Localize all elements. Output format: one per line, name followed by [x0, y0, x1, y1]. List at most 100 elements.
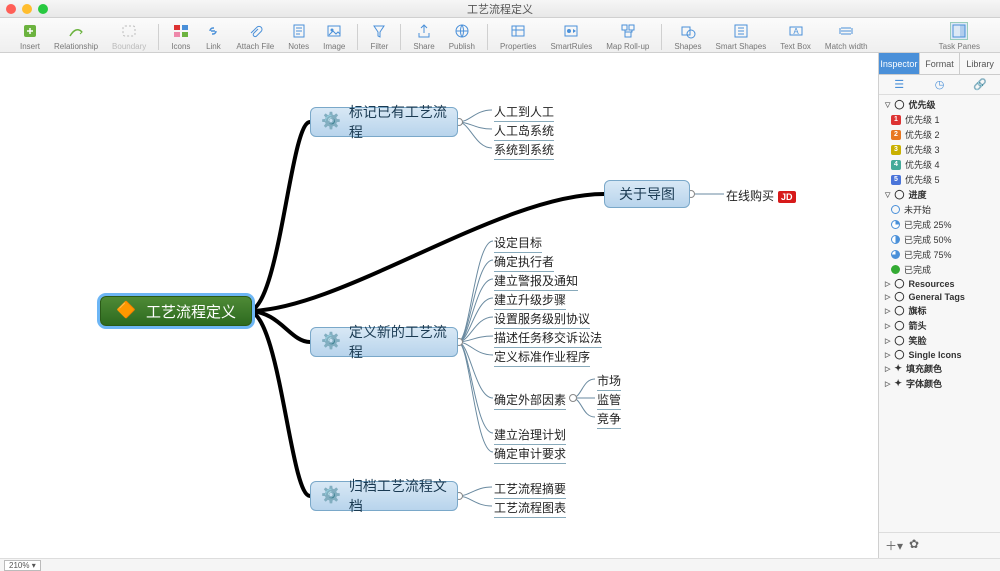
window-controls — [6, 4, 48, 14]
priority-1[interactable]: 1优先级 1 — [879, 112, 1000, 127]
branch-label: 定义新的工艺流程 — [349, 322, 447, 362]
list-icon[interactable]: ☰ — [879, 75, 919, 94]
leaf[interactable]: 定义标准作业程序 — [494, 348, 590, 365]
link-button[interactable]: Link — [204, 22, 222, 51]
progress-header[interactable]: ▽◯ 进度 — [879, 187, 1000, 202]
leaf[interactable]: 设定目标 — [494, 234, 542, 251]
shapes-icon — [679, 22, 697, 40]
mindmap-canvas[interactable]: 🔶 工艺流程定义 ⚙️ 标记已有工艺流程 人工到人工 人工岛系统 系统到系统 关… — [0, 53, 878, 558]
smart-shapes-icon — [732, 22, 750, 40]
svg-text:A: A — [793, 27, 799, 36]
priority-5[interactable]: 5优先级 5 — [879, 172, 1000, 187]
clock-icon[interactable]: ◷ — [919, 75, 959, 94]
expand-knob[interactable] — [569, 394, 577, 402]
insert-button[interactable]: Insert — [20, 22, 40, 51]
progress-75[interactable]: 已完成 75% — [879, 247, 1000, 262]
add-icon[interactable]: ＋▾ — [885, 537, 903, 554]
close-icon[interactable] — [6, 4, 16, 14]
map-rollup-button[interactable]: Map Roll-up — [606, 22, 649, 51]
smart-shapes-button[interactable]: Smart Shapes — [716, 22, 767, 51]
progress-100[interactable]: 已完成 — [879, 262, 1000, 277]
gear-icon: ⚙️ — [321, 331, 341, 353]
icons-icon — [172, 22, 190, 40]
leaf[interactable]: 人工岛系统 — [494, 122, 554, 139]
leaf[interactable]: 建立治理计划 — [494, 426, 566, 443]
group-smileys[interactable]: ▷◯ 笑脸 — [879, 333, 1000, 348]
leaf[interactable]: 建立升级步骤 — [494, 291, 566, 308]
image-icon — [325, 22, 343, 40]
leaf[interactable]: 人工到人工 — [494, 103, 554, 120]
image-button[interactable]: Image — [323, 22, 345, 51]
titlebar: 工艺流程定义 — [0, 0, 1000, 18]
leaf-purchase[interactable]: 在线购买JD — [726, 187, 796, 204]
maximize-icon[interactable] — [38, 4, 48, 14]
share-button[interactable]: Share — [413, 22, 434, 51]
match-width-button[interactable]: Match width — [825, 22, 868, 51]
group-fill-color[interactable]: ▷✦ 填充颜色 — [879, 361, 1000, 376]
progress-25[interactable]: 已完成 25% — [879, 217, 1000, 232]
relationship-button[interactable]: Relationship — [54, 22, 98, 51]
settings-icon[interactable]: ✿ — [909, 537, 919, 554]
priority-4[interactable]: 4优先级 4 — [879, 157, 1000, 172]
group-general-tags[interactable]: ▷◯ General Tags — [879, 290, 1000, 303]
branch-mark-existing[interactable]: ⚙️ 标记已有工艺流程 — [310, 107, 458, 137]
zoom-selector[interactable]: 210% ▾ — [4, 560, 41, 571]
group-single-icons[interactable]: ▷◯ Single Icons — [879, 348, 1000, 361]
boundary-button[interactable]: Boundary — [112, 22, 146, 51]
central-topic[interactable]: 🔶 工艺流程定义 — [100, 296, 252, 326]
side-footer: ＋▾ ✿ — [879, 532, 1000, 558]
rollup-icon — [619, 22, 637, 40]
tab-inspector[interactable]: Inspector — [879, 53, 920, 74]
smartrules-button[interactable]: SmartRules — [550, 22, 592, 51]
marker-tree: ▽◯ 优先级 1优先级 1 2优先级 2 3优先级 3 4优先级 4 5优先级 … — [879, 95, 1000, 393]
tab-format[interactable]: Format — [920, 53, 961, 74]
leaf[interactable]: 确定外部因素 — [494, 391, 566, 408]
notes-icon — [290, 22, 308, 40]
icons-button[interactable]: Icons — [171, 22, 190, 51]
priority-header[interactable]: ▽◯ 优先级 — [879, 97, 1000, 112]
group-arrows[interactable]: ▷◯ 箭头 — [879, 318, 1000, 333]
flow-icon: 🔶 — [116, 300, 138, 322]
leaf[interactable]: 工艺流程摘要 — [494, 480, 566, 497]
progress-0[interactable]: 未开始 — [879, 202, 1000, 217]
side-tabs: Inspector Format Library — [879, 53, 1000, 75]
leaf-sub[interactable]: 市场 — [597, 372, 621, 389]
properties-button[interactable]: Properties — [500, 22, 536, 51]
leaf[interactable]: 描述任务移交诉讼法 — [494, 329, 602, 346]
leaf[interactable]: 建立警报及通知 — [494, 272, 578, 289]
branch-about[interactable]: 关于导图 — [604, 180, 690, 208]
branch-archive[interactable]: ⚙️ 归档工艺流程文档 — [310, 481, 458, 511]
shapes-button[interactable]: Shapes — [674, 22, 701, 51]
leaf-sub[interactable]: 竞争 — [597, 410, 621, 427]
textbox-icon: A — [787, 22, 805, 40]
leaf-sub[interactable]: 监管 — [597, 391, 621, 408]
minimize-icon[interactable] — [22, 4, 32, 14]
progress-50[interactable]: 已完成 50% — [879, 232, 1000, 247]
priority-2[interactable]: 2优先级 2 — [879, 127, 1000, 142]
leaf[interactable]: 确定审计要求 — [494, 445, 566, 462]
leaf-label: 在线购买 — [726, 189, 774, 203]
notes-button[interactable]: Notes — [288, 22, 309, 51]
branch-define-new[interactable]: ⚙️ 定义新的工艺流程 — [310, 327, 458, 357]
leaf[interactable]: 系统到系统 — [494, 141, 554, 158]
tab-library[interactable]: Library — [960, 53, 1000, 74]
leaf[interactable]: 确定执行者 — [494, 253, 554, 270]
relationship-icon — [67, 22, 85, 40]
branch-label: 关于导图 — [619, 184, 675, 204]
link-icon[interactable]: 🔗 — [960, 75, 1000, 94]
attach-file-button[interactable]: Attach File — [236, 22, 274, 51]
boundary-icon — [120, 22, 138, 40]
text-box-button[interactable]: AText Box — [780, 22, 811, 51]
group-flags[interactable]: ▷◯ 旗标 — [879, 303, 1000, 318]
central-label: 工艺流程定义 — [146, 301, 236, 322]
filter-button[interactable]: Filter — [370, 22, 388, 51]
group-resources[interactable]: ▷◯ Resources — [879, 277, 1000, 290]
gear-icon: ⚙️ — [321, 485, 341, 507]
publish-button[interactable]: Publish — [449, 22, 475, 51]
leaf[interactable]: 设置服务级别协议 — [494, 310, 590, 327]
leaf[interactable]: 工艺流程图表 — [494, 499, 566, 516]
task-panes-button[interactable]: Task Panes — [939, 22, 980, 51]
priority-3[interactable]: 3优先级 3 — [879, 142, 1000, 157]
group-font-color[interactable]: ▷✦ 字体颜色 — [879, 376, 1000, 391]
task-pane: Inspector Format Library ☰ ◷ 🔗 ▽◯ 优先级 1优… — [878, 53, 1000, 558]
